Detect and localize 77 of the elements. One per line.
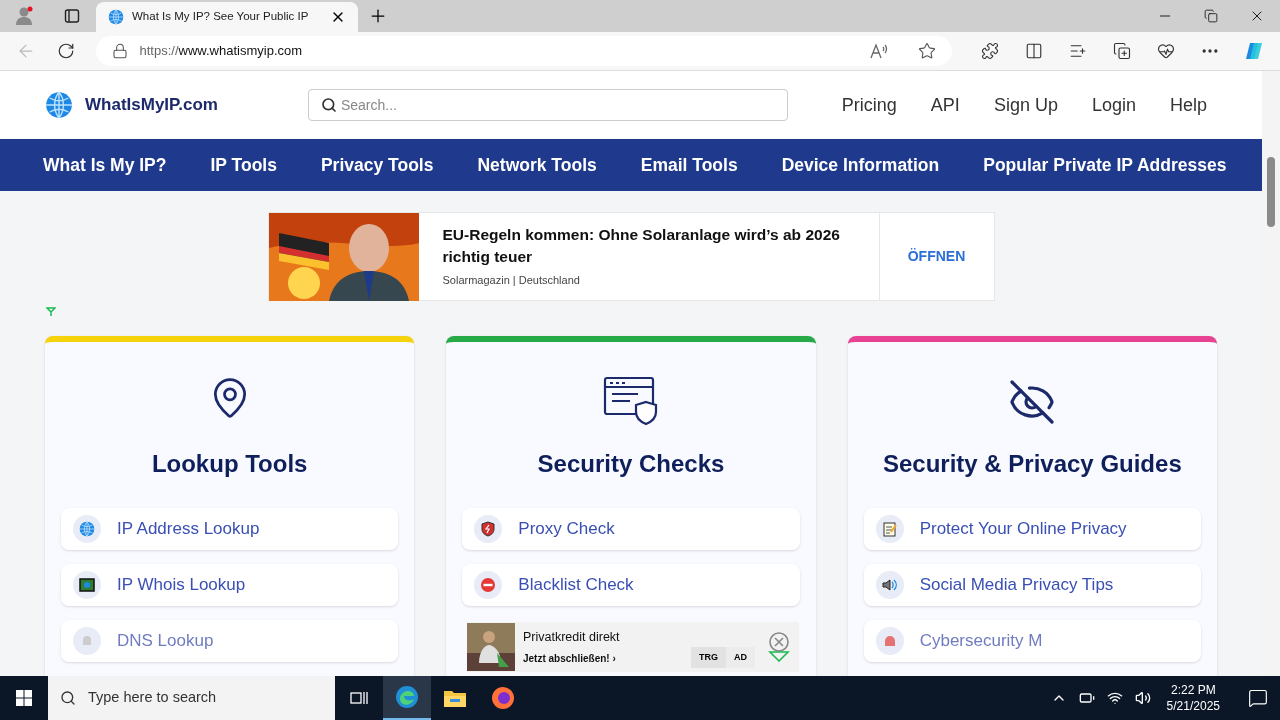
search-field[interactable]: Search... <box>307 89 788 122</box>
tab-title: What Is My IP? See Your Public IP <box>132 9 310 25</box>
nav-item[interactable]: What Is My IP? <box>43 151 167 179</box>
header-link[interactable]: Help <box>1169 91 1207 119</box>
header-link[interactable]: Login <box>1091 91 1136 119</box>
split-screen-icon[interactable] <box>1025 42 1043 60</box>
tool-link[interactable]: Blacklist Check <box>462 564 800 606</box>
collections-icon[interactable] <box>1113 42 1131 60</box>
restore-icon[interactable] <box>1204 9 1218 23</box>
nav-item[interactable]: Popular Private IP Addresses <box>983 151 1227 179</box>
browser-tab[interactable]: What Is My IP? See Your Public IP <box>96 2 358 32</box>
header-link[interactable]: Sign Up <box>993 91 1058 119</box>
read-aloud-icon[interactable] <box>870 43 890 59</box>
nav-item[interactable]: Network Tools <box>477 151 597 179</box>
sticky-ad[interactable]: Privatkredit direkt Jetzt abschließen! › TRG AD <box>467 622 799 672</box>
favorites-icon[interactable] <box>1069 42 1087 60</box>
tool-link[interactable]: Proxy Check <box>462 508 800 550</box>
nav-item[interactable]: Privacy Tools <box>320 151 434 179</box>
url-text: https://www.whatismyip.com <box>139 42 304 61</box>
tool-link[interactable]: IP Address Lookup <box>61 508 399 550</box>
clock-time[interactable]: 2:22 PM <box>1170 682 1216 698</box>
browser-shield-icon <box>603 376 659 426</box>
clock-date[interactable]: 5/21/2025 <box>1166 698 1220 714</box>
taskbar-search-placeholder: Type here to search <box>88 688 217 708</box>
tool-link[interactable]: Social Media Privacy Tips <box>863 564 1201 606</box>
ad-source: Solarmagazin | Deutschland <box>442 272 581 288</box>
tab-actions-icon[interactable] <box>64 8 80 24</box>
shield-icon <box>480 521 497 537</box>
address-bar[interactable]: https://www.whatismyip.com <box>95 36 952 66</box>
site-logo[interactable]: WhatIsMyIP.com <box>85 92 218 118</box>
search-input[interactable]: Search... <box>340 94 775 116</box>
tool-link[interactable]: DNS Lookup <box>61 620 399 662</box>
globe-icon <box>45 91 73 120</box>
tool-link[interactable]: Protect Your Online Privacy <box>863 508 1201 550</box>
tool-link[interactable]: Cybersecurity M <box>863 620 1201 662</box>
profile-icon[interactable] <box>14 6 34 26</box>
globe-icon <box>108 9 124 25</box>
search-icon <box>60 690 76 706</box>
search-icon <box>320 97 337 114</box>
edge-icon[interactable] <box>395 685 419 709</box>
ad-tag: AD <box>726 646 755 668</box>
windows-start-icon[interactable] <box>16 690 32 706</box>
network-icon[interactable] <box>1106 690 1123 706</box>
card-title: Security & Privacy Guides <box>882 449 1182 479</box>
no-entry-icon <box>480 577 497 593</box>
sticky-ad-title: Privatkredit direkt <box>523 629 621 647</box>
firefox-icon[interactable] <box>491 686 515 710</box>
folder-icon[interactable] <box>443 688 467 708</box>
tool-link[interactable]: IP Whois Lookup <box>61 564 399 606</box>
volume-icon[interactable] <box>1134 690 1151 706</box>
ad-banner[interactable]: EU-Regeln kommen: Ohne Solaranlage wird’s ab 2026 richtig teuer Solarmagazin | Deutschland ÖFFNEN <box>267 211 995 301</box>
copilot-icon[interactable] <box>1244 41 1264 61</box>
speaker-icon <box>881 577 898 593</box>
favorite-icon[interactable] <box>918 42 936 60</box>
nav-item[interactable]: IP Tools <box>210 151 277 179</box>
extensions-icon[interactable] <box>981 42 999 60</box>
nav-item[interactable]: Device Information <box>781 151 940 179</box>
reload-icon[interactable] <box>56 42 75 60</box>
card-title: Lookup Tools <box>151 449 308 479</box>
card-title: Security Checks <box>537 449 725 479</box>
globe-icon <box>79 521 95 537</box>
ad-close-icon[interactable] <box>767 632 791 662</box>
lock-icon <box>111 43 128 59</box>
health-icon[interactable] <box>1157 42 1175 60</box>
nav-item[interactable]: Email Tools <box>640 151 738 179</box>
task-view-icon[interactable] <box>350 690 368 706</box>
ad-open-button[interactable]: ÖFFNEN <box>907 245 966 267</box>
taskbar-search-field[interactable]: Type here to search <box>48 676 335 720</box>
notifications-icon[interactable] <box>1248 688 1268 708</box>
scrollbar-thumb[interactable] <box>1267 157 1275 227</box>
sticky-ad-subtitle: Jetzt abschließen! › <box>523 651 617 666</box>
ad-tag: TRG <box>691 646 726 668</box>
ad-headline: EU-Regeln kommen: Ohne Solaranlage wird’s ab 2026 richtig teuer <box>442 224 841 267</box>
note-icon <box>881 521 898 537</box>
battery-icon[interactable] <box>1078 690 1095 706</box>
header-link[interactable]: Pricing <box>841 91 897 119</box>
header-link[interactable]: API <box>930 91 960 119</box>
